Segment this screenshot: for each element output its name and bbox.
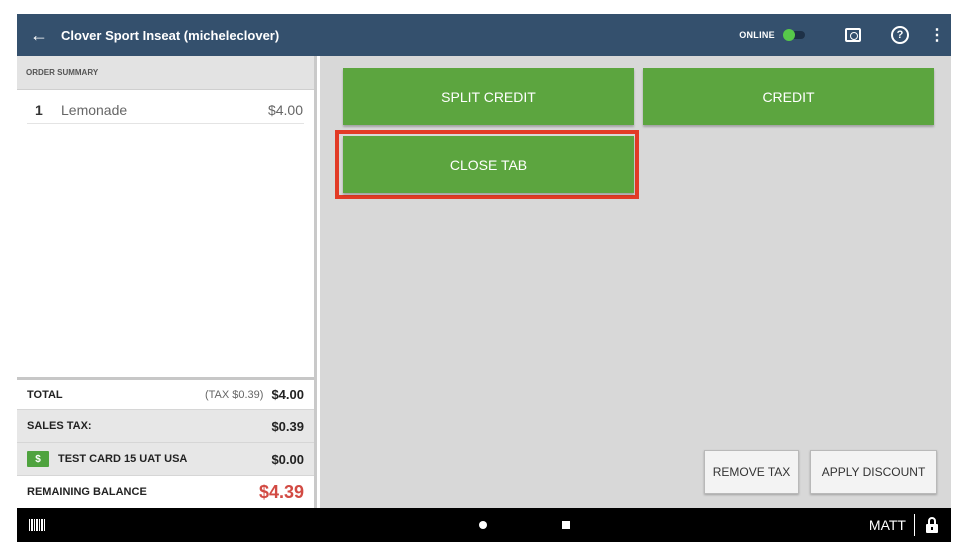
totals-section: TOTAL (TAX $0.39) $4.00 SALES TAX: $0.39… bbox=[17, 377, 314, 508]
sales-tax-label: SALES TAX: bbox=[27, 420, 92, 432]
remaining-balance-value: $4.39 bbox=[258, 481, 304, 502]
barcode-icon[interactable] bbox=[29, 519, 45, 531]
payment-card-label: TEST CARD 15 UAT USA bbox=[58, 453, 188, 465]
online-toggle-knob bbox=[783, 29, 795, 41]
remaining-balance-row: REMAINING BALANCE $4.39 bbox=[17, 475, 314, 508]
item-price: $4.00 bbox=[267, 102, 303, 118]
online-toggle[interactable] bbox=[783, 29, 805, 41]
camera-icon[interactable] bbox=[845, 28, 861, 42]
order-summary-header: ORDER SUMMARY bbox=[17, 56, 314, 90]
item-quantity: 1 bbox=[35, 102, 43, 118]
system-nav-bar: MATT bbox=[17, 508, 951, 542]
current-user[interactable]: MATT bbox=[869, 517, 906, 533]
remaining-balance-label: REMAINING BALANCE bbox=[27, 486, 147, 498]
credit-button[interactable]: CREDIT bbox=[643, 68, 934, 125]
apply-discount-button[interactable]: APPLY DISCOUNT bbox=[810, 450, 937, 494]
dollar-badge-icon: $ bbox=[27, 451, 49, 467]
home-icon[interactable] bbox=[479, 521, 487, 529]
remove-tax-button[interactable]: REMOVE TAX bbox=[704, 450, 799, 494]
payment-actions-panel: SPLIT CREDIT CREDIT CLOSE TAB REMOVE TAX… bbox=[320, 56, 951, 508]
lock-icon[interactable] bbox=[925, 516, 939, 534]
order-summary-panel: ORDER SUMMARY 1 Lemonade $4.00 TOTAL (TA… bbox=[17, 56, 317, 508]
order-line-item[interactable]: 1 Lemonade $4.00 bbox=[27, 102, 304, 124]
split-credit-button[interactable]: SPLIT CREDIT bbox=[343, 68, 634, 125]
app-header: ← Clover Sport Inseat (micheleclover) ON… bbox=[17, 14, 951, 56]
payment-card-value: $0.00 bbox=[271, 451, 304, 467]
sales-tax-row: SALES TAX: $0.39 bbox=[17, 409, 314, 442]
tax-note: (TAX $0.39) bbox=[204, 388, 264, 401]
online-label: ONLINE bbox=[739, 30, 775, 40]
item-name: Lemonade bbox=[61, 102, 128, 118]
total-value: $4.00 bbox=[271, 387, 304, 402]
total-label: TOTAL bbox=[27, 388, 63, 401]
help-icon[interactable]: ? bbox=[891, 26, 909, 44]
header-actions: ONLINE ? ⋮ bbox=[739, 14, 951, 56]
more-vert-icon[interactable]: ⋮ bbox=[929, 25, 945, 45]
nav-divider bbox=[914, 514, 915, 536]
total-row: TOTAL (TAX $0.39) $4.00 bbox=[17, 377, 314, 409]
app-title: Clover Sport Inseat (micheleclover) bbox=[61, 27, 280, 43]
sales-tax-value: $0.39 bbox=[271, 418, 304, 434]
recents-icon[interactable] bbox=[562, 521, 570, 529]
close-tab-button[interactable]: CLOSE TAB bbox=[343, 136, 634, 193]
back-arrow-icon[interactable]: ← bbox=[17, 25, 61, 46]
payment-row[interactable]: $ TEST CARD 15 UAT USA $0.00 bbox=[17, 442, 314, 475]
